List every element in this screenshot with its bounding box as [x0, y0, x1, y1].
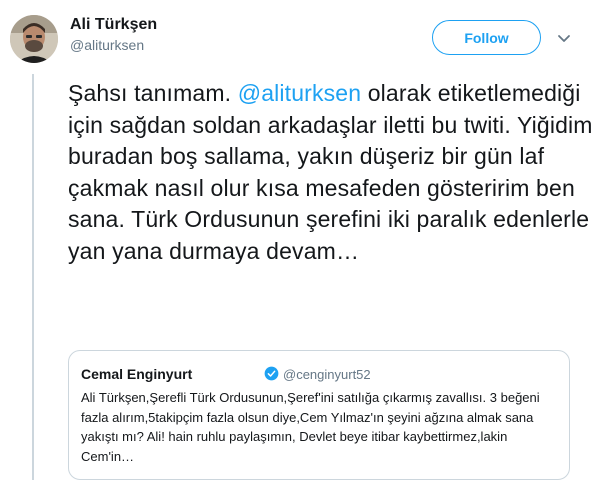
avatar-image: [10, 15, 58, 63]
quoted-author-name[interactable]: Cemal Enginyurt: [81, 366, 192, 382]
quoted-tweet[interactable]: Cemal Enginyurt @cenginyurt52 Ali Türkşe…: [68, 350, 570, 480]
verified-badge-icon: [264, 366, 279, 381]
tweet-card: Ali Türkşen @aliturksen Follow Şahsı tan…: [0, 0, 605, 480]
tweet-text-start: Şahsı tanımam.: [68, 80, 238, 106]
quoted-tweet-text: Ali Türkşen,Şerefli Türk Ordusunun,Şeref…: [81, 390, 540, 464]
author-avatar[interactable]: [10, 15, 58, 63]
author-name[interactable]: Ali Türkşen: [70, 16, 157, 34]
author-handle[interactable]: @aliturksen: [70, 37, 144, 53]
mention-link[interactable]: @aliturksen: [238, 80, 361, 106]
tweet-text-rest: olarak etiketlemediği için sağdan soldan…: [68, 80, 593, 264]
chevron-down-icon[interactable]: [555, 29, 573, 47]
thread-line: [32, 74, 34, 480]
quoted-author-handle[interactable]: @cenginyurt52: [283, 367, 371, 382]
follow-button[interactable]: Follow: [432, 20, 541, 55]
tweet-text: Şahsı tanımam. @aliturksen olarak etiket…: [68, 78, 598, 267]
